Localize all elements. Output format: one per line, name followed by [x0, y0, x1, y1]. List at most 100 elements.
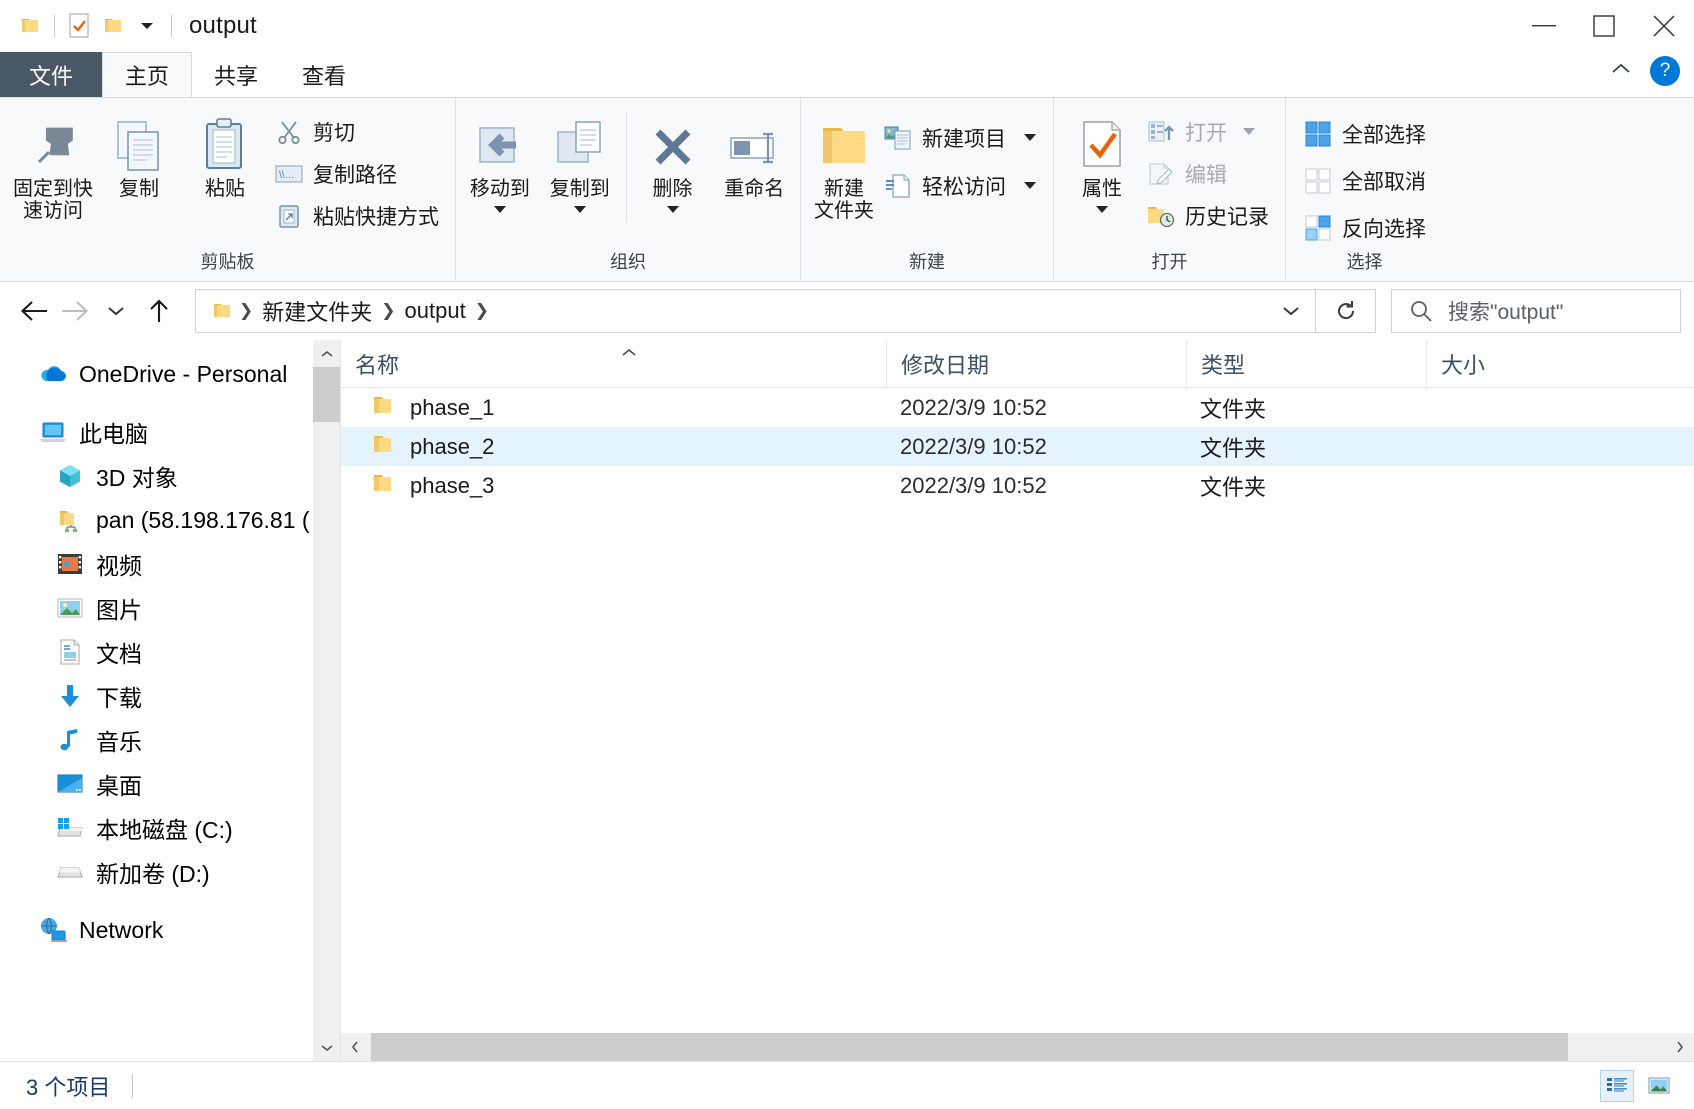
- breadcrumb-item-1[interactable]: output: [398, 298, 473, 324]
- breadcrumb[interactable]: ❯ 新建文件夹 ❯ output ❯: [195, 289, 1316, 333]
- recent-locations-icon[interactable]: [95, 291, 136, 332]
- ribbon-button-history[interactable]: 历史记录: [1140, 198, 1275, 234]
- scroll-left-button[interactable]: [341, 1033, 369, 1061]
- back-arrow-icon[interactable]: [13, 291, 54, 332]
- chevron-down-icon[interactable]: [666, 201, 680, 219]
- ribbon-tabs: 文件 主页 共享 查看 ?: [0, 52, 1694, 97]
- move-to-icon: [472, 112, 528, 174]
- sidebar-item-local-disk-c[interactable]: 本地磁盘 (C:): [0, 806, 340, 850]
- sidebar-item-pictures[interactable]: 图片: [0, 586, 340, 630]
- tab-share[interactable]: 共享: [192, 52, 280, 97]
- ribbon-button-copy[interactable]: 复制: [96, 106, 182, 200]
- folder-icon: [371, 433, 397, 461]
- ribbon-button-copy-path[interactable]: \\… 复制路径: [268, 156, 445, 192]
- ribbon-button-cut[interactable]: 剪切: [268, 114, 445, 150]
- chevron-down-icon[interactable]: [1242, 123, 1256, 141]
- sidebar-item-documents[interactable]: 文档: [0, 630, 340, 674]
- sidebar-item-desktop[interactable]: 桌面: [0, 762, 340, 806]
- ribbon-button-new-folder[interactable]: 新建 文件夹: [811, 106, 877, 222]
- tab-file[interactable]: 文件: [0, 52, 102, 97]
- help-icon[interactable]: ?: [1650, 56, 1680, 86]
- chevron-down-icon[interactable]: [1023, 129, 1037, 147]
- tab-home[interactable]: 主页: [102, 52, 193, 97]
- sidebar-item-network[interactable]: Network: [0, 908, 340, 952]
- sidebar-item-videos[interactable]: 视频: [0, 542, 340, 586]
- sort-ascending-icon: [619, 338, 639, 364]
- window-controls: [1514, 0, 1694, 52]
- horizontal-scrollbar[interactable]: [341, 1033, 1694, 1061]
- ribbon-button-rename[interactable]: 重命名: [712, 106, 796, 200]
- ribbon-button-open[interactable]: 打开: [1140, 114, 1275, 150]
- ribbon-button-pin-to-quick-access[interactable]: 固定到快 速访问: [10, 106, 96, 222]
- search-icon: [1406, 296, 1436, 326]
- scroll-up-button[interactable]: [313, 340, 340, 367]
- properties-icon[interactable]: [62, 9, 96, 43]
- chevron-down-icon[interactable]: [573, 201, 587, 219]
- table-row[interactable]: phase_1 2022/3/9 10:52 文件夹: [341, 388, 1694, 427]
- ribbon-button-easy-access[interactable]: 轻松访问: [877, 168, 1043, 204]
- breadcrumb-separator-icon[interactable]: ❯: [379, 301, 397, 321]
- table-row[interactable]: phase_2 2022/3/9 10:52 文件夹: [341, 427, 1694, 466]
- table-row[interactable]: phase_3 2022/3/9 10:52 文件夹: [341, 466, 1694, 505]
- ribbon-label-new-line2: 文件夹: [814, 200, 874, 222]
- sidebar-item-this-pc[interactable]: 此电脑: [0, 410, 340, 454]
- chevron-up-icon[interactable]: [1606, 59, 1636, 84]
- chevron-down-icon[interactable]: [1095, 201, 1109, 219]
- sidebar-item-downloads[interactable]: 下载: [0, 674, 340, 718]
- navigation-scrollbar[interactable]: [313, 340, 340, 1061]
- column-header-name[interactable]: 名称: [341, 340, 886, 388]
- ribbon-button-delete[interactable]: 删除: [633, 106, 713, 219]
- search-input[interactable]: 搜索"output": [1391, 289, 1681, 333]
- paste-shortcut-icon: [274, 201, 304, 231]
- tab-view[interactable]: 查看: [280, 52, 368, 97]
- ribbon-button-copy-to[interactable]: 复制到: [540, 106, 620, 219]
- sidebar-item-onedrive[interactable]: OneDrive - Personal: [0, 352, 340, 396]
- sidebar-item-new-volume-d[interactable]: 新加卷 (D:): [0, 850, 340, 894]
- column-header-size[interactable]: 大小: [1426, 339, 1694, 388]
- title-bar: output: [0, 0, 1694, 52]
- chevron-down-icon[interactable]: [493, 201, 507, 219]
- ribbon-group-new: 新建 文件夹 新建项目 轻松访问 新建: [800, 98, 1053, 281]
- column-header-date-modified[interactable]: 修改日期: [886, 339, 1186, 388]
- column-header-type[interactable]: 类型: [1186, 339, 1426, 388]
- minimize-button[interactable]: [1514, 0, 1574, 52]
- chevron-down-icon[interactable]: [1023, 177, 1037, 195]
- edit-icon: [1146, 159, 1176, 189]
- refresh-button[interactable]: [1316, 289, 1376, 333]
- sidebar-item-3d-objects[interactable]: 3D 对象: [0, 454, 340, 498]
- sidebar-item-label: 文档: [96, 641, 142, 667]
- large-icons-view-icon[interactable]: [1642, 1070, 1676, 1102]
- sidebar-item-music[interactable]: 音乐: [0, 718, 340, 762]
- sidebar-item-pan[interactable]: pan (58.198.176.81 (: [0, 498, 340, 542]
- forward-arrow-icon[interactable]: [54, 291, 95, 332]
- scrollbar-thumb[interactable]: [371, 1033, 1568, 1061]
- new-folder-icon[interactable]: [96, 9, 130, 43]
- downloads-icon: [55, 681, 85, 711]
- up-arrow-icon[interactable]: [138, 291, 179, 332]
- chevron-down-icon[interactable]: [130, 9, 164, 43]
- scrollbar-thumb[interactable]: [313, 367, 340, 422]
- ribbon-button-properties[interactable]: 属性: [1064, 106, 1140, 219]
- details-view-icon[interactable]: [1600, 1069, 1634, 1102]
- scroll-right-button[interactable]: [1666, 1033, 1694, 1061]
- breadcrumb-item-0[interactable]: 新建文件夹: [255, 295, 379, 327]
- breadcrumb-dropdown-icon[interactable]: [1271, 291, 1311, 331]
- 3d-objects-icon: [55, 461, 85, 491]
- scroll-down-button[interactable]: [313, 1034, 340, 1061]
- maximize-button[interactable]: [1574, 0, 1634, 52]
- ribbon-button-select-all[interactable]: 全部选择: [1297, 116, 1432, 152]
- column-label-size: 大小: [1441, 352, 1486, 378]
- ribbon-button-paste-shortcut[interactable]: 粘贴快捷方式: [268, 198, 445, 234]
- ribbon-button-new-item[interactable]: 新建项目: [877, 120, 1043, 156]
- folder-icon: [371, 394, 397, 422]
- ribbon-group-label-select: 选择: [1346, 252, 1383, 272]
- ribbon-button-select-none[interactable]: 全部取消: [1297, 163, 1432, 199]
- column-label-name: 名称: [355, 352, 400, 378]
- ribbon-button-invert-selection[interactable]: 反向选择: [1297, 210, 1432, 246]
- breadcrumb-separator-icon[interactable]: ❯: [473, 301, 491, 321]
- ribbon-button-move-to[interactable]: 移动到: [460, 106, 540, 219]
- breadcrumb-separator-icon[interactable]: ❯: [237, 301, 255, 321]
- ribbon-button-paste[interactable]: 粘贴: [182, 106, 268, 200]
- close-button[interactable]: [1634, 0, 1694, 52]
- ribbon-button-edit[interactable]: 编辑: [1140, 156, 1275, 192]
